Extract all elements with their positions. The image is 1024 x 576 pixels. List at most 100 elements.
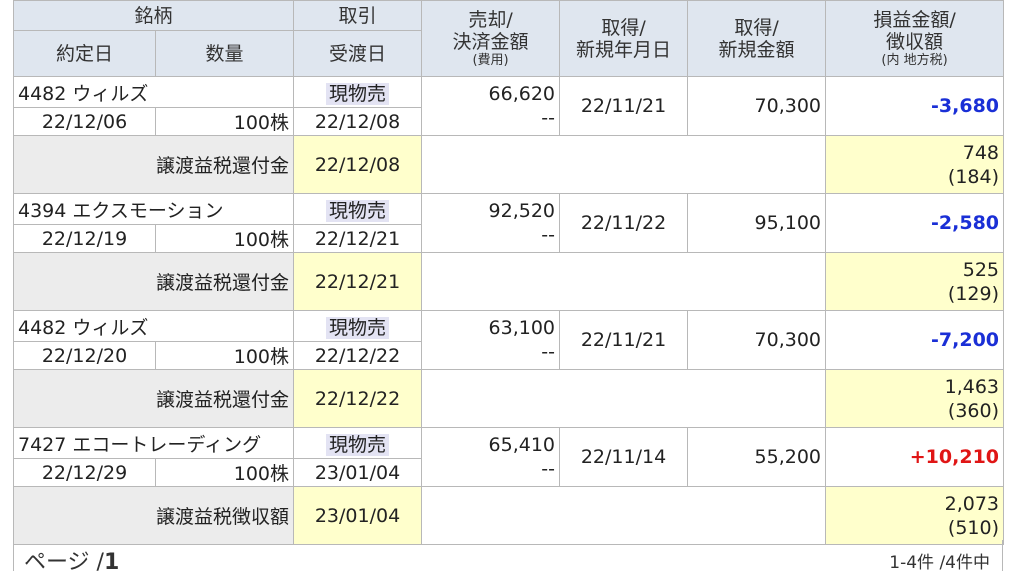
tax-empty — [421, 252, 827, 311]
contract-date: 22/12/20 — [13, 341, 156, 370]
trade-row-top: 7427 エコートレーディング 現物売 65,410 -- 22/11/14 5… — [12, 427, 1005, 487]
pl-amount: -3,680 — [931, 95, 1000, 117]
sale-amount: 66,620 — [488, 83, 556, 105]
header-stock: 銘柄 — [12, 0, 295, 31]
header-sale-line1: 売却/ — [468, 8, 513, 31]
header-sale-sub: (費用) — [472, 52, 509, 68]
header-acq-amt-line1: 取得/ — [734, 16, 779, 39]
sale-amount: 63,100 — [488, 317, 556, 339]
tax-amount: 525 — [962, 258, 1000, 281]
quantity: 100株 — [154, 341, 295, 370]
sale-cost: -- — [541, 224, 556, 246]
trade-kind-cell: 現物売 — [293, 76, 423, 108]
tax-label: 譲渡益税還付金 — [12, 369, 295, 428]
pl-amount-cell: +10,210 — [825, 427, 1005, 487]
sale-cost: -- — [541, 107, 556, 129]
header-acq-date-line1: 取得/ — [601, 16, 646, 39]
sale-amount: 65,410 — [488, 434, 556, 456]
tax-label: 譲渡益税還付金 — [12, 252, 295, 311]
table-body: 4482 ウィルズ 現物売 66,620 -- 22/11/21 70,300 … — [12, 76, 1005, 545]
tax-local: (510) — [947, 516, 1000, 539]
stock-name[interactable]: 7427 エコートレーディング — [12, 427, 295, 459]
trade-kind-cell: 現物売 — [293, 193, 423, 225]
trade-kind: 現物売 — [326, 316, 390, 339]
trade-row-top: 4482 ウィルズ 現物売 66,620 -- 22/11/21 70,300 … — [12, 76, 1005, 136]
contract-date: 22/12/06 — [13, 107, 156, 136]
sale-amount-cell: 63,100 -- — [421, 310, 561, 370]
tax-local: (129) — [947, 282, 1000, 305]
sale-amount-cell: 65,410 -- — [421, 427, 561, 487]
tax-amount-cell: 525 (129) — [825, 252, 1005, 311]
header-trade: 取引 — [293, 0, 423, 31]
header-pl-line2: 徴収額 — [886, 30, 944, 53]
tax-amount: 2,073 — [944, 492, 1000, 515]
tax-empty — [421, 369, 827, 428]
pl-amount: -2,580 — [931, 212, 1000, 234]
tax-label: 譲渡益税還付金 — [12, 135, 295, 194]
tax-date: 23/01/04 — [293, 486, 423, 545]
acq-amount: 95,100 — [687, 193, 827, 253]
contract-date: 22/12/19 — [13, 224, 156, 253]
stock-name[interactable]: 4482 ウィルズ — [12, 310, 295, 342]
tax-label: 譲渡益税徴収額 — [12, 486, 295, 545]
tax-local: (360) — [947, 399, 1000, 422]
quantity: 100株 — [154, 458, 295, 487]
pl-amount-cell: -2,580 — [825, 193, 1005, 253]
sale-cost: -- — [541, 341, 556, 363]
tax-date: 22/12/22 — [293, 369, 423, 428]
header-acq-amount: 取得/ 新規金額 — [687, 0, 827, 77]
page-number[interactable]: 1 — [104, 550, 119, 575]
header-quantity: 数量 — [154, 30, 295, 77]
pl-amount-cell: -7,200 — [825, 310, 1005, 370]
header-acq-amt-line2: 新規金額 — [718, 38, 795, 61]
tax-row: 譲渡益税還付金 22/12/21 525 (129) — [12, 252, 1005, 311]
stock-name[interactable]: 4482 ウィルズ — [12, 76, 295, 108]
pl-amount: -7,200 — [931, 329, 1000, 351]
tax-date: 22/12/08 — [293, 135, 423, 194]
delivery-date: 23/01/04 — [293, 458, 423, 487]
tax-amount-cell: 748 (184) — [825, 135, 1005, 194]
header-delivery-date: 受渡日 — [293, 30, 423, 77]
tax-amount-cell: 1,463 (360) — [825, 369, 1005, 428]
acq-amount: 55,200 — [687, 427, 827, 487]
header-pl-sub: (内 地方税) — [881, 52, 948, 68]
header-acq-date: 取得/ 新規年月日 — [559, 0, 689, 77]
sale-amount: 92,520 — [488, 200, 556, 222]
delivery-date: 22/12/08 — [293, 107, 423, 136]
sale-amount-cell: 66,620 -- — [421, 76, 561, 136]
acq-date: 22/11/21 — [559, 76, 689, 136]
contract-date: 22/12/29 — [13, 458, 156, 487]
tax-amount: 748 — [962, 141, 1000, 164]
pl-amount: +10,210 — [909, 446, 1000, 468]
tax-empty — [421, 135, 827, 194]
acq-amount: 70,300 — [687, 310, 827, 370]
header-contract-date: 約定日 — [13, 30, 156, 77]
trade-kind-cell: 現物売 — [293, 427, 423, 459]
trade-kind: 現物売 — [326, 82, 390, 105]
tax-empty — [421, 486, 827, 545]
tax-row: 譲渡益税還付金 22/12/08 748 (184) — [12, 135, 1005, 194]
trade-kind: 現物売 — [326, 199, 390, 222]
acq-date: 22/11/22 — [559, 193, 689, 253]
header-pl-line1: 損益金額/ — [873, 8, 956, 31]
tax-amount-cell: 2,073 (510) — [825, 486, 1005, 545]
page-prefix: ページ / — [24, 550, 104, 575]
trade-row-top: 4394 エクスモーション 現物売 92,520 -- 22/11/22 95,… — [12, 193, 1005, 253]
pl-amount-cell: -3,680 — [825, 76, 1005, 136]
stock-name[interactable]: 4394 エクスモーション — [12, 193, 295, 225]
header-pl: 損益金額/ 徴収額 (内 地方税) — [825, 0, 1005, 77]
acq-amount: 70,300 — [687, 76, 827, 136]
transaction-history-panel: 銘柄 取引 売却/ 決済金額 (費用) 取得/ 新規年月日 取得/ 新規金額 損… — [0, 0, 1024, 575]
header-acq-date-line2: 新規年月日 — [576, 38, 672, 61]
delivery-date: 22/12/22 — [293, 341, 423, 370]
realized-pl-table: 銘柄 取引 売却/ 決済金額 (費用) 取得/ 新規年月日 取得/ 新規金額 損… — [12, 0, 1005, 545]
trade-row-top: 4482 ウィルズ 現物売 63,100 -- 22/11/21 70,300 … — [12, 310, 1005, 370]
tax-local: (184) — [947, 165, 1000, 188]
delivery-date: 22/12/21 — [293, 224, 423, 253]
tax-row: 譲渡益税徴収額 23/01/04 2,073 (510) — [12, 486, 1005, 545]
trade-kind: 現物売 — [326, 433, 390, 456]
sale-amount-cell: 92,520 -- — [421, 193, 561, 253]
acq-date: 22/11/14 — [559, 427, 689, 487]
pagination-footer: ページ /1 1-4件 /4件中 — [13, 540, 1003, 575]
page-indicator: ページ /1 — [24, 544, 119, 576]
